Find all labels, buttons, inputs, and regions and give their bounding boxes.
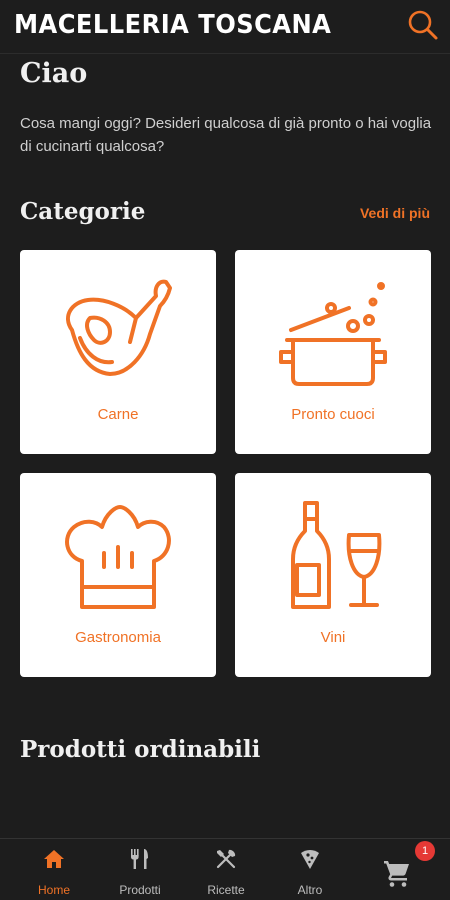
category-label: Pronto cuoci [291,406,375,423]
chef-hat-icon [65,505,171,609]
nav-altro[interactable]: Altro [265,839,355,900]
category-label: Gastronomia [75,629,161,646]
category-card-gastronomia[interactable]: Gastronomia [20,473,216,677]
nav-home[interactable]: Home [9,839,99,900]
wine-icon [291,501,382,609]
categories-title: Categorie [20,198,146,225]
greeting-title: Ciao [20,58,88,89]
pizza-slice-icon [301,850,319,869]
search-icon [408,10,438,40]
see-more-link[interactable]: Vedi di più [360,205,430,221]
cart-count-badge: 1 [415,841,435,861]
nav-label: Prodotti [119,883,161,897]
cutlery-icon [131,849,148,869]
home-icon [44,850,64,868]
category-card-carne[interactable]: Carne [20,250,216,454]
nav-label: Ricette [207,883,245,897]
crossed-utensils-icon [216,849,236,869]
meat-icon [66,279,172,376]
intro-text: Cosa mangi oggi? Desideri qualcosa di gi… [20,115,432,155]
cart-icon[interactable] [382,858,412,888]
search-button[interactable] [406,8,440,42]
category-card-vini[interactable]: Vini [235,473,431,677]
nav-label: Altro [297,883,323,897]
nav-prodotti[interactable]: Prodotti [95,839,185,900]
app-header: MACELLERIA TOSCANA [0,0,450,54]
nav-ricette[interactable]: Ricette [181,839,271,900]
category-card-pronto-cuoci[interactable]: Pronto cuoci [235,250,431,454]
category-label: Vini [320,629,346,646]
brand-title: MACELLERIA TOSCANA [14,10,332,40]
pot-icon [279,282,387,386]
nav-label: Home [37,883,70,897]
orderable-products-title: Prodotti ordinabili [20,736,261,763]
category-label: Carne [97,406,139,423]
